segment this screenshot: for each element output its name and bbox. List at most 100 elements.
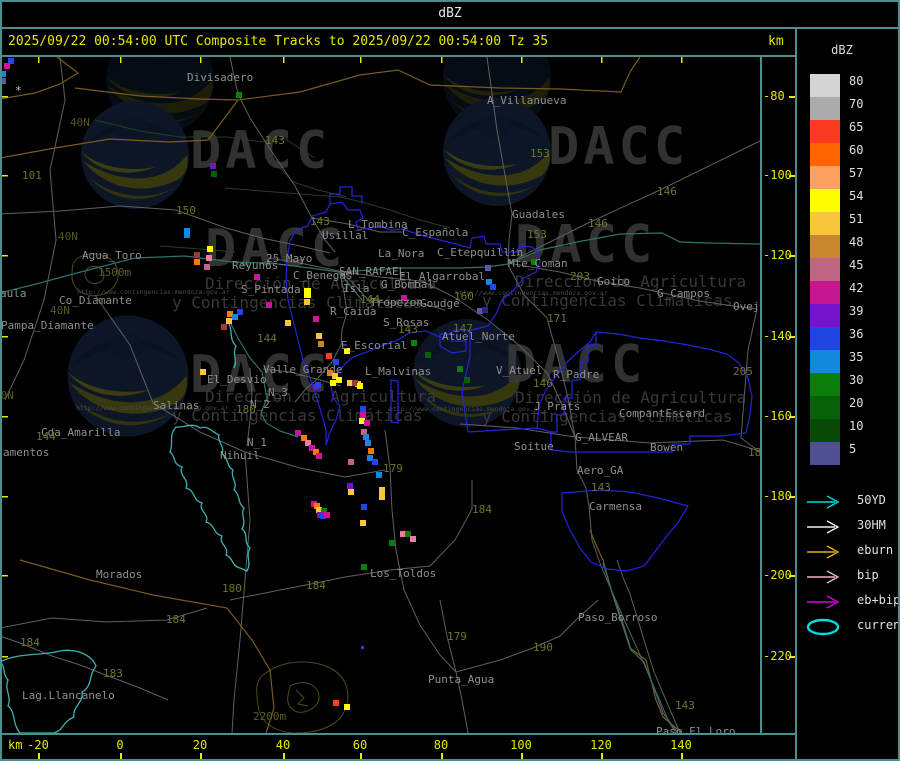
place-label: Carmensa (589, 500, 642, 513)
grid-label: 40N (50, 304, 70, 317)
route-number-label: 153 (527, 228, 547, 241)
axis-x-label: 100 (510, 738, 532, 752)
legend-label: bip (857, 568, 879, 582)
palette-value-label: 51 (849, 212, 864, 226)
radar-cell (336, 377, 342, 383)
palette-value-label: 80 (849, 74, 864, 88)
place-label: aula (2, 287, 27, 300)
map-top-tick (360, 57, 362, 63)
radar-cell (379, 487, 385, 500)
axis-right: -80 -100 -120 -140 -160 -180 -200 -220 (760, 57, 797, 733)
palette-value-label: 35 (849, 350, 864, 364)
radar-cell (2, 71, 6, 77)
radar-cell (333, 700, 339, 706)
map-left-tick (2, 336, 8, 338)
route-number-label: 180 (236, 403, 256, 416)
map-top-tick (200, 57, 202, 63)
radar-cell (464, 377, 470, 383)
axis-x-label: 80 (433, 738, 449, 752)
palette-title: dBZ (831, 43, 853, 57)
place-label: Aero_GA (577, 464, 624, 477)
grid-label: 40N (58, 230, 78, 243)
radar-cell (457, 366, 463, 372)
palette-swatch-20 (810, 396, 840, 419)
palette-swatch-70 (810, 97, 840, 120)
radar-cell (2, 78, 6, 84)
axis-y-label: -120 (763, 248, 792, 262)
place-label: Oveje (733, 300, 760, 313)
radar-map-canvas: DACC DACC DACC DACC DACC DACC Dirección de Agr… (2, 57, 760, 733)
route-number-label: 184 (20, 636, 40, 649)
radar-cell (4, 63, 10, 69)
palette-value-label: 36 (849, 327, 864, 341)
axis-x-label: -20 (27, 738, 49, 752)
radar-cell (348, 459, 354, 465)
axis-y-label: -80 (763, 89, 785, 103)
radar-cell (361, 564, 367, 570)
map-left-tick (2, 96, 8, 98)
radar-cell (266, 302, 272, 308)
map-top-tick (283, 57, 285, 63)
radar-cell (411, 340, 417, 346)
radar-cell (194, 259, 200, 265)
map-top-tick (120, 57, 122, 63)
palette-swatch-30 (810, 373, 840, 396)
place-label: G_Campos (657, 287, 710, 300)
radar-cell (254, 274, 260, 280)
palette-swatch-54 (810, 189, 840, 212)
route-number-label: 143 (310, 215, 330, 228)
place-label: J_Prats (534, 400, 580, 413)
palette-swatch-48 (810, 235, 840, 258)
radar-cell (363, 434, 369, 440)
title-bar: dBZ (0, 0, 900, 27)
place-label: La_Nora (378, 247, 424, 260)
timestamp-status: 2025/09/22 00:54:00 UTC Composite Tracks… (8, 34, 549, 49)
map-left-tick (2, 255, 8, 257)
place-label: SAN_RAFAEL (339, 265, 406, 278)
radar-cell (236, 92, 242, 98)
radar-cell (357, 383, 363, 389)
radar-cell (361, 504, 367, 510)
radar-cell (316, 453, 322, 459)
axis-y-label: -140 (763, 329, 792, 343)
route-number-label: 143 (675, 699, 695, 712)
radar-cell (361, 646, 364, 649)
elevation-label: 2200m (253, 710, 286, 723)
radar-cell (206, 255, 212, 261)
palette-value-label: 65 (849, 120, 864, 134)
radar-cell (324, 512, 330, 518)
place-label: Pampa_Diamante (2, 319, 94, 332)
place-label: CompantEscard (619, 407, 705, 420)
radar-cell (360, 406, 366, 412)
route-number-label: 144 (360, 293, 380, 306)
place-label: Nihuil (220, 449, 260, 462)
axis-x-label: 20 (192, 738, 208, 752)
route-number-label: 160 (454, 290, 474, 303)
legend-label: 50YD (857, 493, 886, 507)
route-number-label: 179 (383, 462, 403, 475)
axis-x-label: 120 (590, 738, 612, 752)
radar-cell (330, 380, 336, 386)
palette-value-label: 60 (849, 143, 864, 157)
route-number-label: 183 (103, 667, 123, 680)
page-title: dBZ (438, 6, 462, 21)
place-label: Valle_Grande (263, 363, 342, 376)
radar-cell (232, 314, 238, 320)
place-label: Usillal (322, 229, 368, 242)
place-label: C_Española (402, 226, 468, 239)
palette-swatch-42 (810, 281, 840, 304)
place-label: Mte_Coman (508, 257, 568, 270)
radar-cell (326, 353, 332, 359)
map-left-tick (2, 496, 8, 498)
place-label: R_Caida (330, 305, 376, 318)
palette-value-label: 39 (849, 304, 864, 318)
palette-value-label: 10 (849, 419, 864, 433)
palette-swatch-39 (810, 304, 840, 327)
axis-bottom: km -20 0 20 40 60 80 100 120 140 (0, 735, 795, 761)
radar-cell (344, 704, 350, 710)
route-number-label: 143 (591, 481, 611, 494)
axis-y-label: -200 (763, 568, 792, 582)
palette-swatch-57 (810, 166, 840, 189)
radar-cell (304, 288, 311, 298)
place-label: Guadales (512, 208, 565, 221)
